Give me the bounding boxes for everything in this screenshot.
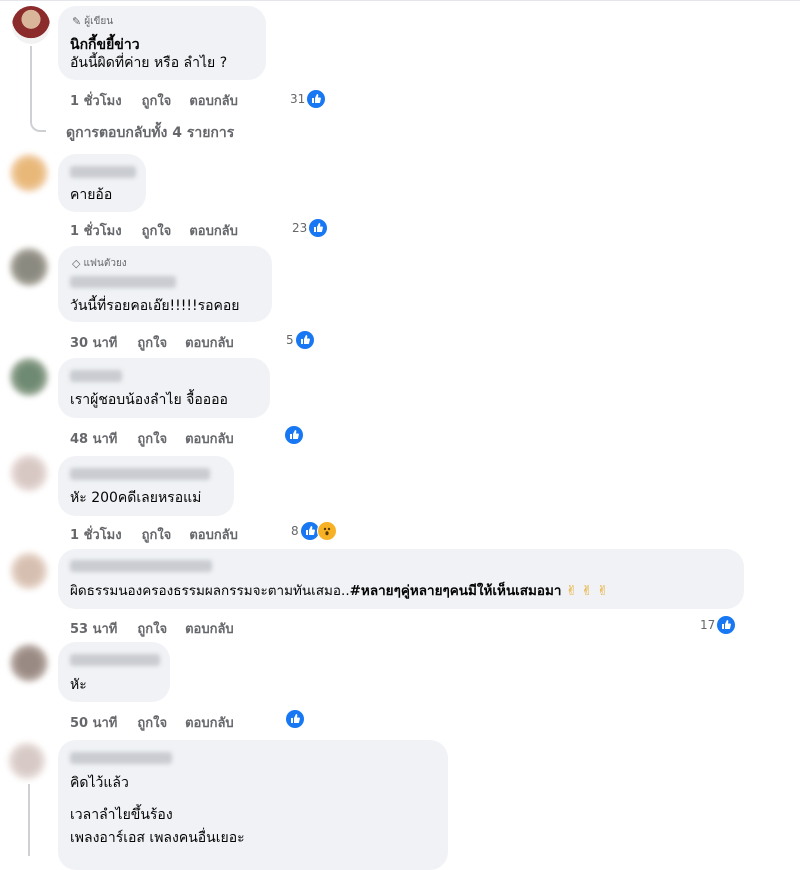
avatar[interactable] — [10, 154, 48, 192]
reply-button[interactable]: ตอบกลับ — [185, 716, 234, 731]
comment-text: เราผู้ชอบน้องลำไย จื้ออออ — [70, 392, 228, 408]
comment-text: เพลงอาร์เอส เพลงคนอื่นเยอะ — [70, 830, 245, 846]
comment-text: อันนี้ผิดที่ค่าย หรือ ลำไย ? — [70, 55, 228, 71]
hashtag-link[interactable]: #หลายๆคู่หลายๆคนมีให้เห็นเสมอมา — [350, 583, 562, 599]
avatar[interactable] — [8, 742, 46, 780]
pencil-icon: ✎ — [72, 15, 82, 28]
reaction-count[interactable]: 23 — [292, 219, 328, 237]
reply-button[interactable]: ตอบกลับ — [189, 94, 238, 109]
comment-bubble — [58, 549, 744, 609]
reaction-count[interactable]: 17 — [700, 616, 736, 634]
comment-text: เวลาลำไยขึ้นร้อง — [70, 807, 173, 823]
avatar[interactable] — [10, 358, 48, 396]
reply-button[interactable]: ตอบกลับ — [185, 622, 234, 637]
comment-time[interactable]: 53 นาที — [70, 622, 117, 637]
comment-time[interactable]: 30 นาที — [70, 336, 117, 351]
comment-time[interactable]: 1 ชั่วโมง — [70, 528, 122, 543]
commenter-name-blurred[interactable] — [70, 654, 160, 666]
reply-button[interactable]: ตอบกลับ — [185, 432, 234, 447]
reaction-count[interactable]: 8 — [291, 521, 337, 541]
commenter-name-blurred[interactable] — [70, 276, 176, 288]
comment-time[interactable]: 1 ชั่วโมง — [70, 224, 122, 239]
like-reaction-icon — [286, 710, 304, 728]
wow-reaction-icon — [316, 521, 337, 541]
reply-button[interactable]: ตอบกลับ — [189, 528, 238, 543]
victory-hand-emoji: ✌ ✌ ✌ — [565, 583, 609, 599]
comment-text: วันนี้ที่รอยคอเอ๊ย!!!!!รอคอย — [70, 298, 240, 314]
comment-time[interactable]: 48 นาที — [70, 432, 117, 447]
comment-actions: 1 ชั่วโมง ถูกใจ ตอบกลับ — [70, 524, 256, 545]
reaction-count[interactable]: 31 — [290, 90, 326, 108]
comment-actions: 1 ชั่วโมง ถูกใจ ตอบกลับ — [70, 220, 256, 241]
avatar[interactable] — [10, 644, 48, 682]
avatar[interactable] — [12, 6, 50, 44]
reply-button[interactable]: ตอบกลับ — [185, 336, 234, 351]
like-reaction-icon — [307, 90, 326, 108]
like-button[interactable]: ถูกใจ — [137, 336, 167, 351]
commenter-name-blurred[interactable] — [70, 752, 172, 764]
comment-time[interactable]: 50 นาที — [70, 716, 117, 731]
commenter-name-blurred[interactable] — [70, 166, 136, 178]
like-reaction-icon — [717, 616, 736, 634]
thread-line — [30, 46, 46, 132]
comment-actions: 50 นาที ถูกใจ ตอบกลับ — [70, 712, 252, 733]
author-badge: ✎ ผู้เขียน — [72, 15, 114, 28]
diamond-icon: ◇ — [72, 257, 81, 270]
thread-line — [28, 784, 30, 856]
comment-actions: 1 ชั่วโมง ถูกใจ ตอบกลับ — [70, 90, 256, 111]
comment-actions: 30 นาที ถูกใจ ตอบกลับ — [70, 332, 252, 353]
comment-text: ผิดธรรมนองครองธรรมผลกรรมจะตามทันเสมอ..#ห… — [70, 583, 609, 599]
commenter-name-blurred[interactable] — [70, 468, 210, 480]
comment-text: หัะ — [70, 677, 87, 693]
comment-text: คิดไว้แล้ว — [70, 775, 129, 791]
comment-actions: 48 นาที ถูกใจ ตอบกลับ — [70, 428, 252, 449]
like-button[interactable]: ถูกใจ — [142, 528, 172, 543]
like-button[interactable]: ถูกใจ — [142, 94, 172, 109]
like-button[interactable]: ถูกใจ — [137, 432, 167, 447]
comment-time[interactable]: 1 ชั่วโมง — [70, 94, 122, 109]
like-reaction-icon — [285, 426, 303, 444]
comment-bubble — [58, 358, 270, 418]
like-button[interactable]: ถูกใจ — [142, 224, 172, 239]
like-reaction-icon — [295, 331, 314, 349]
like-reaction-icon — [300, 522, 319, 540]
avatar[interactable] — [10, 454, 48, 492]
comment-bubble — [58, 456, 234, 516]
avatar[interactable] — [10, 552, 48, 590]
view-replies-link[interactable]: ดูการตอบกลับทั้ง 4 รายการ — [66, 122, 234, 144]
commenter-name-blurred[interactable] — [70, 370, 122, 382]
top-fan-badge: ◇ แฟนตัวยง — [72, 257, 127, 270]
commenter-name-blurred[interactable] — [70, 560, 212, 572]
comment-text: หัะ 200คดีเลยหรอแม่ — [70, 490, 202, 506]
comment-text: คายอ้อ — [70, 187, 113, 203]
comment-actions: 53 นาที ถูกใจ ตอบกลับ — [70, 618, 252, 639]
reaction-count[interactable] — [285, 426, 303, 444]
reaction-count[interactable] — [286, 710, 304, 728]
reaction-count[interactable]: 5 — [286, 331, 314, 349]
like-reaction-icon — [309, 219, 328, 237]
avatar[interactable] — [10, 248, 48, 286]
like-button[interactable]: ถูกใจ — [137, 622, 167, 637]
like-button[interactable]: ถูกใจ — [137, 716, 167, 731]
reply-button[interactable]: ตอบกลับ — [189, 224, 238, 239]
comment-author-name[interactable]: นิกกี้ขยี้ข่าว — [70, 36, 140, 54]
